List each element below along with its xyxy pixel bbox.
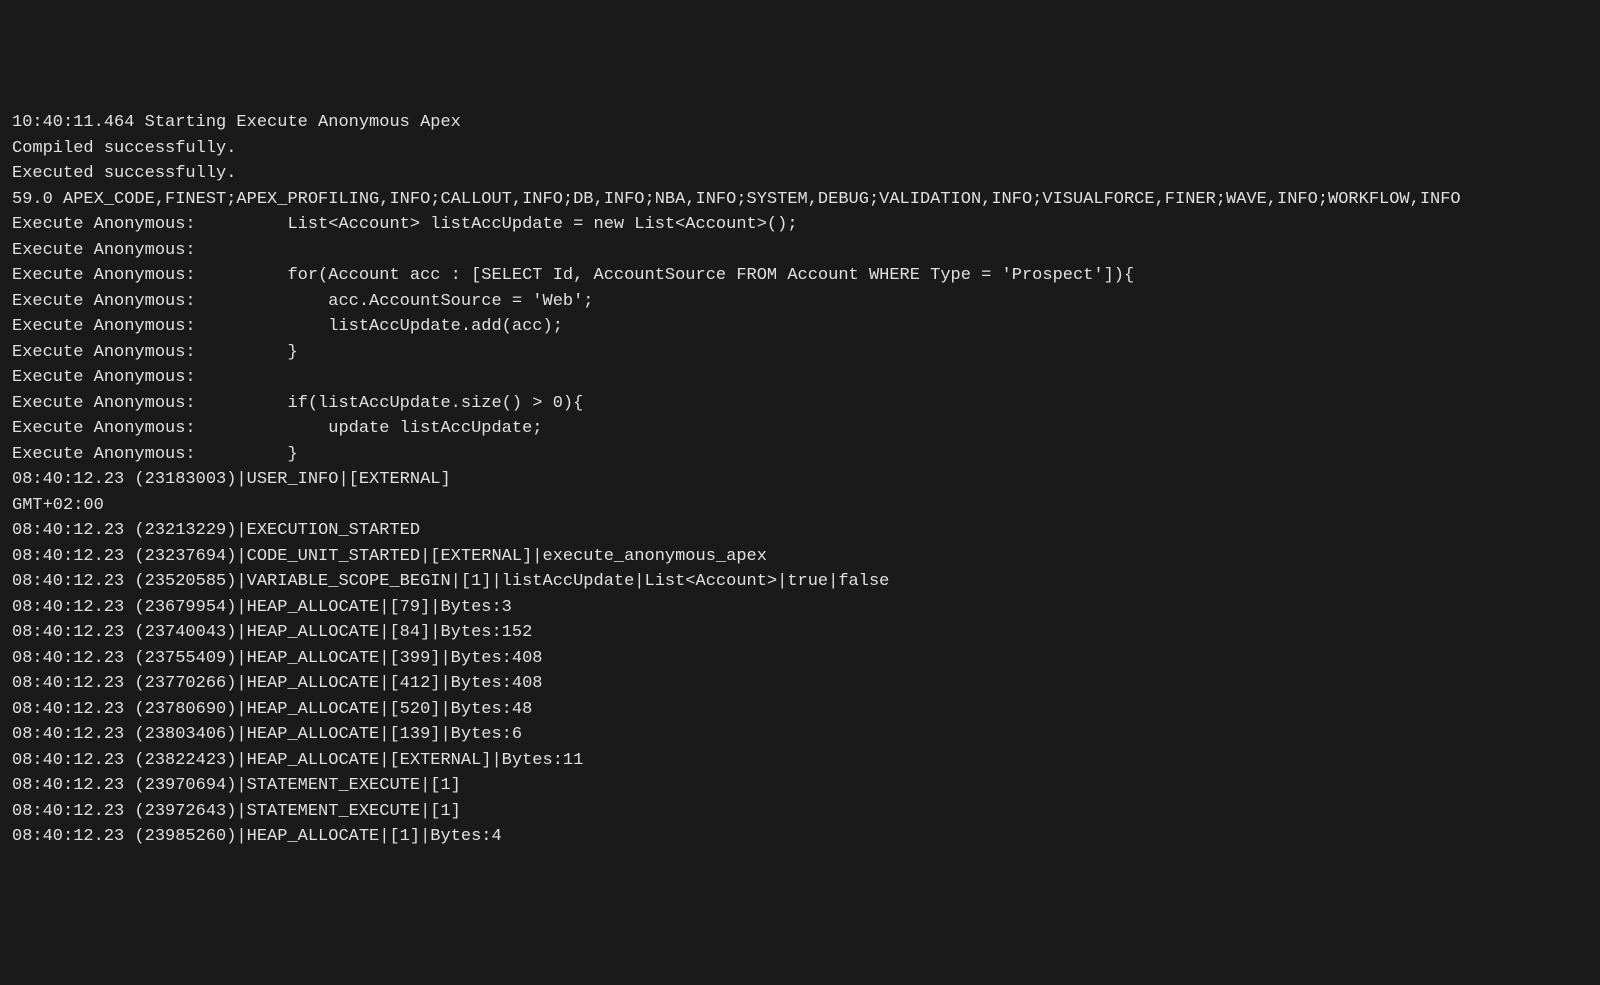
log-line: 08:40:12.23 (23183003)|USER_INFO|[EXTERN… [12, 467, 1588, 493]
log-line: 08:40:12.23 (23822423)|HEAP_ALLOCATE|[EX… [12, 748, 1588, 774]
log-line: 08:40:12.23 (23780690)|HEAP_ALLOCATE|[52… [12, 697, 1588, 723]
log-line: 08:40:12.23 (23972643)|STATEMENT_EXECUTE… [12, 799, 1588, 825]
log-line: 08:40:12.23 (23970694)|STATEMENT_EXECUTE… [12, 773, 1588, 799]
log-line: 10:40:11.464 Starting Execute Anonymous … [12, 110, 1588, 136]
log-line: Execute Anonymous: List<Account> listAcc… [12, 212, 1588, 238]
log-line: Execute Anonymous: [12, 238, 1588, 264]
log-line: GMT+02:00 [12, 493, 1588, 519]
log-line: 08:40:12.23 (23520585)|VARIABLE_SCOPE_BE… [12, 569, 1588, 595]
log-line: Execute Anonymous: for(Account acc : [SE… [12, 263, 1588, 289]
log-line: Execute Anonymous: update listAccUpdate; [12, 416, 1588, 442]
log-line: 08:40:12.23 (23740043)|HEAP_ALLOCATE|[84… [12, 620, 1588, 646]
log-line: Compiled successfully. [12, 136, 1588, 162]
log-line: 59.0 APEX_CODE,FINEST;APEX_PROFILING,INF… [12, 187, 1588, 213]
log-line: Execute Anonymous: [12, 365, 1588, 391]
log-line: 08:40:12.23 (23679954)|HEAP_ALLOCATE|[79… [12, 595, 1588, 621]
log-line: 08:40:12.23 (23985260)|HEAP_ALLOCATE|[1]… [12, 824, 1588, 850]
log-line: Execute Anonymous: } [12, 340, 1588, 366]
log-line: Execute Anonymous: } [12, 442, 1588, 468]
log-line: 08:40:12.23 (23770266)|HEAP_ALLOCATE|[41… [12, 671, 1588, 697]
log-line: Execute Anonymous: acc.AccountSource = '… [12, 289, 1588, 315]
log-line: Executed successfully. [12, 161, 1588, 187]
log-line: 08:40:12.23 (23803406)|HEAP_ALLOCATE|[13… [12, 722, 1588, 748]
log-line: 08:40:12.23 (23237694)|CODE_UNIT_STARTED… [12, 544, 1588, 570]
log-line: Execute Anonymous: if(listAccUpdate.size… [12, 391, 1588, 417]
terminal-output[interactable]: 10:40:11.464 Starting Execute Anonymous … [12, 110, 1588, 850]
log-line: 08:40:12.23 (23213229)|EXECUTION_STARTED [12, 518, 1588, 544]
log-line: 08:40:12.23 (23755409)|HEAP_ALLOCATE|[39… [12, 646, 1588, 672]
log-line: Execute Anonymous: listAccUpdate.add(acc… [12, 314, 1588, 340]
